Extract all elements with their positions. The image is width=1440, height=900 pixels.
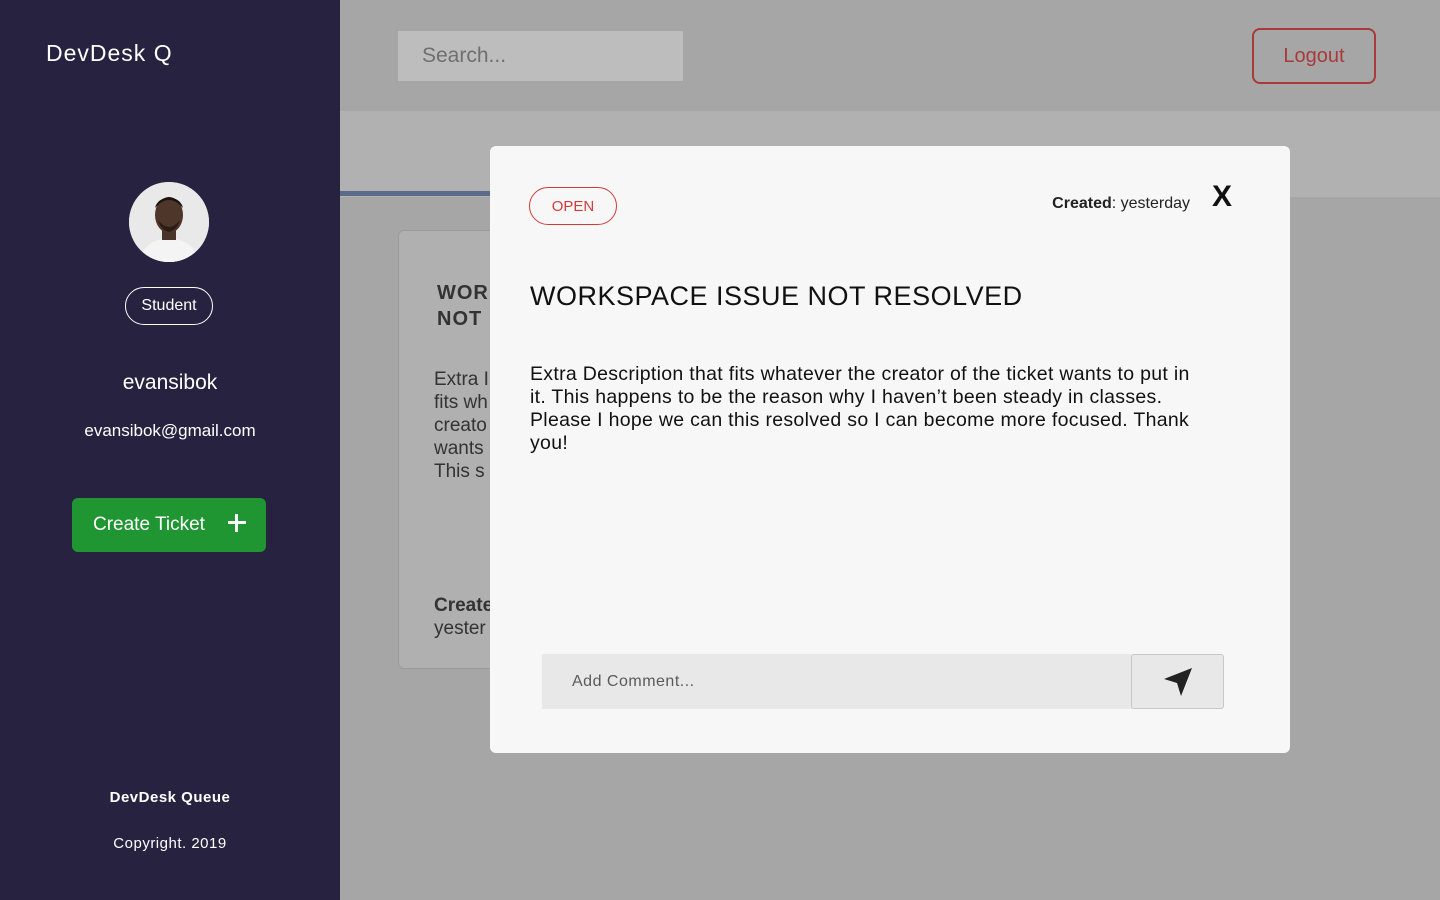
send-arrow-icon bbox=[1163, 667, 1192, 696]
create-ticket-button[interactable]: Create Ticket bbox=[72, 498, 266, 552]
comment-input[interactable] bbox=[542, 654, 1132, 709]
active-tab-indicator bbox=[340, 191, 500, 196]
sidebar: DevDesk Q Student evansibok evansibok@gm… bbox=[0, 0, 340, 900]
close-button[interactable]: X bbox=[1212, 180, 1232, 214]
logout-button[interactable]: Logout bbox=[1252, 28, 1376, 84]
ticket-detail-modal: OPEN Created: yesterday X WORKSPACE ISSU… bbox=[490, 146, 1290, 753]
user-email: evansibok@gmail.com bbox=[84, 421, 256, 440]
username: evansibok bbox=[122, 371, 218, 394]
ticket-title: WORKSPACE ISSUE NOT RESOLVED bbox=[530, 281, 1023, 311]
brand-logo[interactable]: DevDesk Q bbox=[46, 40, 173, 67]
footer-copyright: Copyright. 2019 bbox=[113, 835, 227, 852]
created-value: : yesterday bbox=[1111, 195, 1190, 212]
role-badge: Student bbox=[125, 287, 213, 325]
plus-icon bbox=[226, 512, 248, 534]
ticket-card-created-value: yester bbox=[434, 618, 486, 639]
created-label: Created bbox=[1052, 195, 1112, 212]
send-comment-button[interactable] bbox=[1131, 654, 1224, 709]
ticket-description: Extra Description that fits whatever the… bbox=[530, 363, 1190, 454]
ticket-card-created-label: Create bbox=[434, 595, 494, 616]
create-ticket-label: Create Ticket bbox=[93, 514, 205, 535]
search-input[interactable] bbox=[398, 31, 683, 81]
created-info: Created: yesterday bbox=[1052, 195, 1190, 213]
avatar bbox=[129, 182, 209, 262]
avatar-photo bbox=[129, 182, 209, 262]
status-badge: OPEN bbox=[529, 187, 617, 225]
footer-title: DevDesk Queue bbox=[109, 789, 231, 806]
